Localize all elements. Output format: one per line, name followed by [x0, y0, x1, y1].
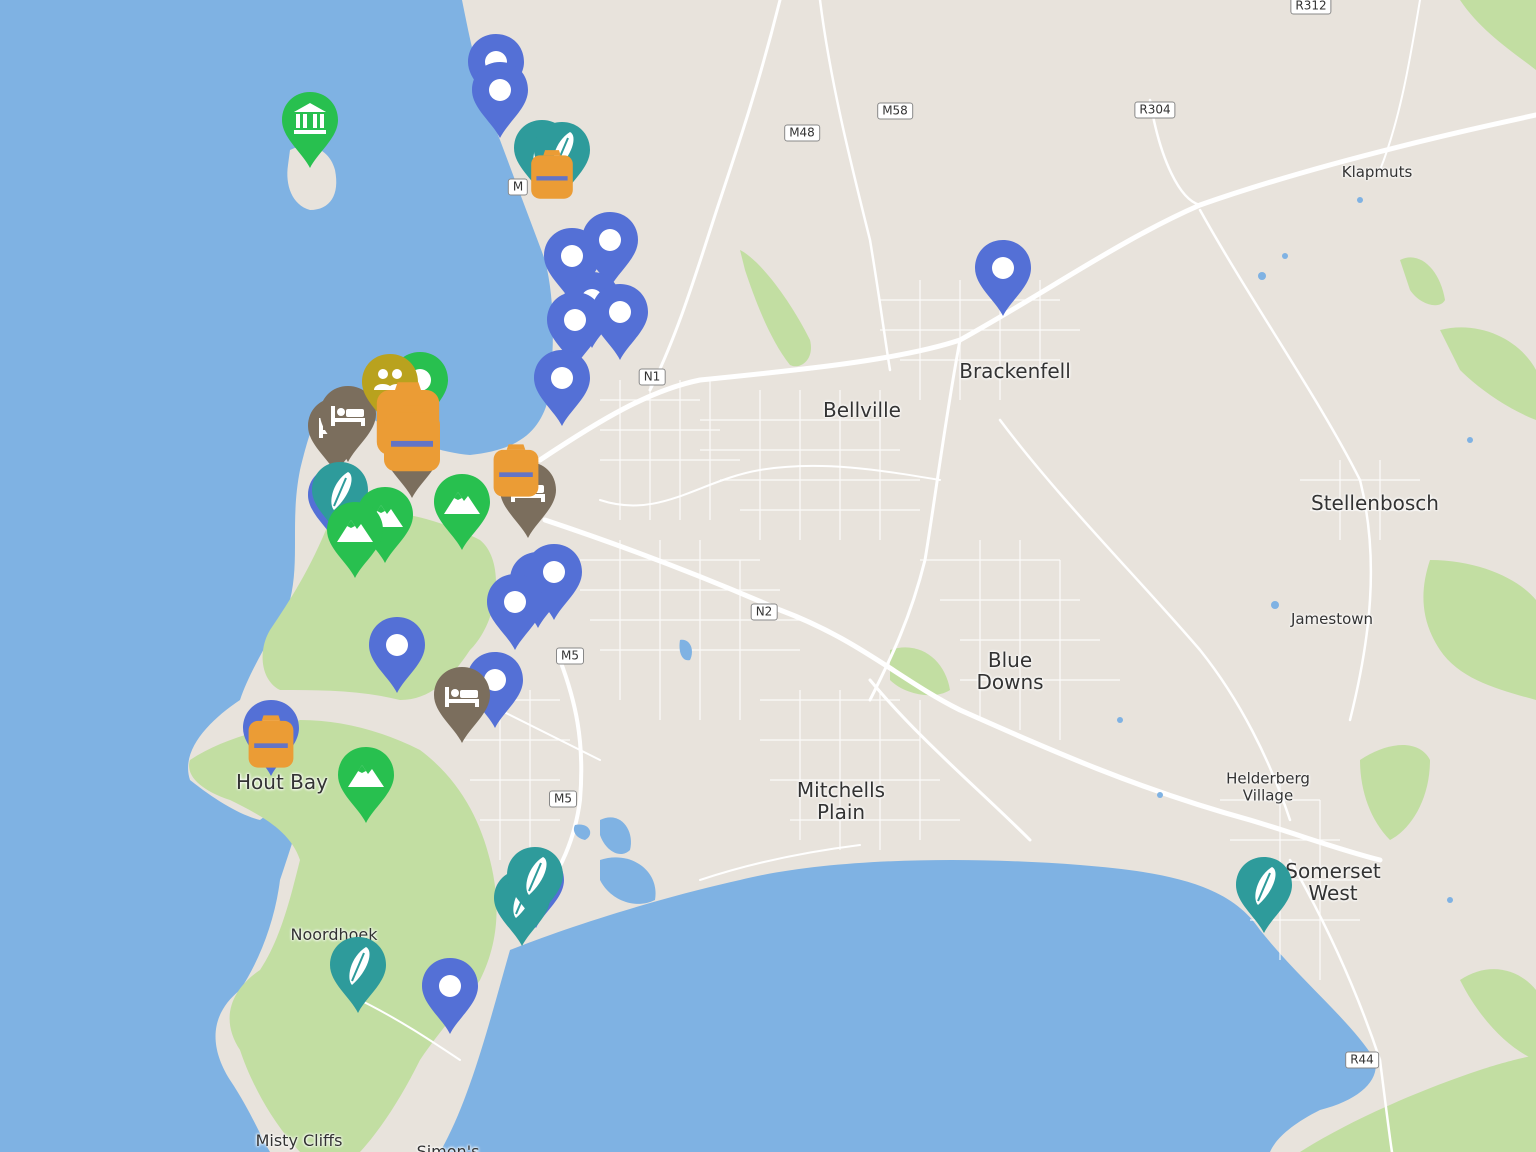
dot-icon — [543, 561, 565, 583]
backpack-icon — [248, 715, 294, 768]
pin-rondebosch[interactable] — [485, 572, 545, 652]
backpack-hout-bay[interactable] — [243, 712, 299, 775]
dot-icon — [504, 591, 526, 613]
road-shield-r44: R44 — [1345, 1051, 1379, 1069]
map-canvas[interactable]: Klapmuts Brackenfell Bellville Stellenbo… — [0, 0, 1536, 1152]
road-shield-m5-south: M5 — [549, 790, 577, 808]
road-shield-m48: M48 — [784, 124, 820, 142]
dot-icon — [599, 229, 621, 251]
dot-icon — [561, 245, 583, 267]
pin-muizenberg-surf-2[interactable] — [505, 845, 565, 925]
pin-fish-hoek[interactable] — [420, 956, 480, 1036]
place-label-brackenfell: Brackenfell — [959, 359, 1071, 383]
pin-strand-surf[interactable] — [1234, 855, 1294, 935]
place-label-simons-town: Simon's — [416, 1142, 480, 1152]
road-shield-r312: R312 — [1290, 0, 1332, 15]
place-label-stellenbosch: Stellenbosch — [1311, 491, 1439, 515]
pin-paarden-4[interactable] — [532, 348, 592, 428]
backpack-milnerton[interactable] — [526, 147, 578, 206]
road-shield-n1: N1 — [638, 368, 666, 386]
place-label-bellville: Bellville — [823, 398, 901, 422]
pin-brackenfell[interactable] — [973, 238, 1033, 318]
road-shield-n2: N2 — [750, 603, 778, 621]
dot-icon — [551, 367, 573, 389]
basemap — [0, 0, 1536, 1152]
place-label-jamestown: Jamestown — [1290, 609, 1374, 628]
road-shield-m58: M58 — [877, 102, 913, 120]
backpack-woodstock[interactable] — [488, 441, 544, 504]
place-label-klapmuts: Klapmuts — [1341, 162, 1413, 181]
backpack-waterfront-2[interactable] — [377, 401, 447, 479]
place-label-misty-cliffs: Misty Cliffs — [255, 1131, 343, 1151]
pin-noordhoek-surf[interactable] — [328, 935, 388, 1015]
place-label-helderberg-village: Helderberg Village — [1226, 769, 1310, 804]
dot-icon — [564, 309, 586, 331]
place-label-mitchells-plain: Mitchells Plain — [796, 778, 886, 824]
pin-table-mountain[interactable] — [432, 472, 492, 552]
road-shield-m5-north: M5 — [556, 647, 584, 665]
backpack-icon — [493, 444, 539, 497]
pin-constantia-nek[interactable] — [367, 615, 427, 695]
pin-twelve-apostles[interactable] — [325, 500, 385, 580]
dot-icon — [992, 257, 1014, 279]
dot-icon — [439, 975, 461, 997]
pin-kenilworth-bed[interactable] — [432, 665, 492, 745]
road-shield-r304: R304 — [1134, 101, 1176, 119]
backpack-icon — [531, 150, 573, 199]
pin-constantiaberg[interactable] — [336, 745, 396, 825]
dot-icon — [609, 301, 631, 323]
pin-robben-island[interactable] — [280, 90, 340, 170]
place-label-somerset-west: Somerset West — [1285, 859, 1381, 905]
backpack-icon — [384, 405, 440, 472]
dot-icon — [489, 79, 511, 101]
dot-icon — [386, 634, 408, 656]
place-label-blue-downs: Blue Downs — [976, 648, 1044, 694]
